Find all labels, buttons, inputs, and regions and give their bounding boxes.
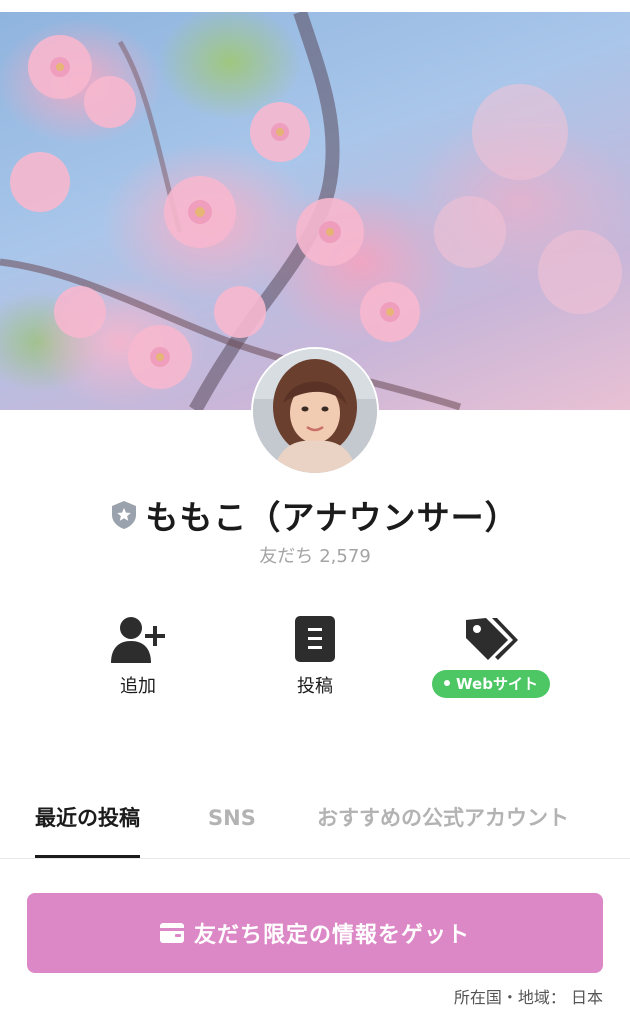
get-friend-info-button[interactable]: 友だち限定の情報をゲット <box>27 893 603 973</box>
profile-avatar[interactable] <box>253 349 377 473</box>
location-text: 所在国・地域： 日本 <box>453 988 603 1007</box>
tab-recommended-accounts[interactable]: おすすめの公式アカウント <box>317 798 569 858</box>
add-friend-icon <box>111 617 165 663</box>
friends-label: 友だち <box>259 546 314 567</box>
add-friend-button[interactable]: 追加 <box>63 612 213 698</box>
action-bar: 追加 投稿 Webサイト <box>0 612 630 702</box>
shield-star-icon <box>112 501 137 529</box>
account-name: ももこ（アナウンサー） <box>145 498 519 537</box>
cta-label: 友だち限定の情報をゲット <box>193 923 470 948</box>
website-button[interactable]: Webサイト <box>416 612 566 698</box>
website-label: Webサイト <box>456 675 538 693</box>
avatar-portrait-art <box>253 349 377 473</box>
friends-count: 2,579 <box>319 546 371 567</box>
friends-count-row: 友だち 2,579 <box>0 542 630 568</box>
posts-button[interactable]: 投稿 <box>240 612 390 698</box>
wallet-icon <box>159 923 184 943</box>
tab-bar: 最近の投稿 SNS おすすめの公式アカウント <box>0 798 630 859</box>
add-friend-label: 追加 <box>120 676 156 697</box>
profile-name-row: ももこ（アナウンサー） <box>0 490 630 540</box>
tab-sns[interactable]: SNS <box>208 798 256 858</box>
website-badge: Webサイト <box>432 670 550 698</box>
posts-icon <box>295 616 335 662</box>
tab-recent-posts[interactable]: 最近の投稿 <box>35 798 140 858</box>
status-dot <box>444 679 451 686</box>
tag-icon <box>466 618 518 660</box>
posts-label: 投稿 <box>297 676 333 697</box>
